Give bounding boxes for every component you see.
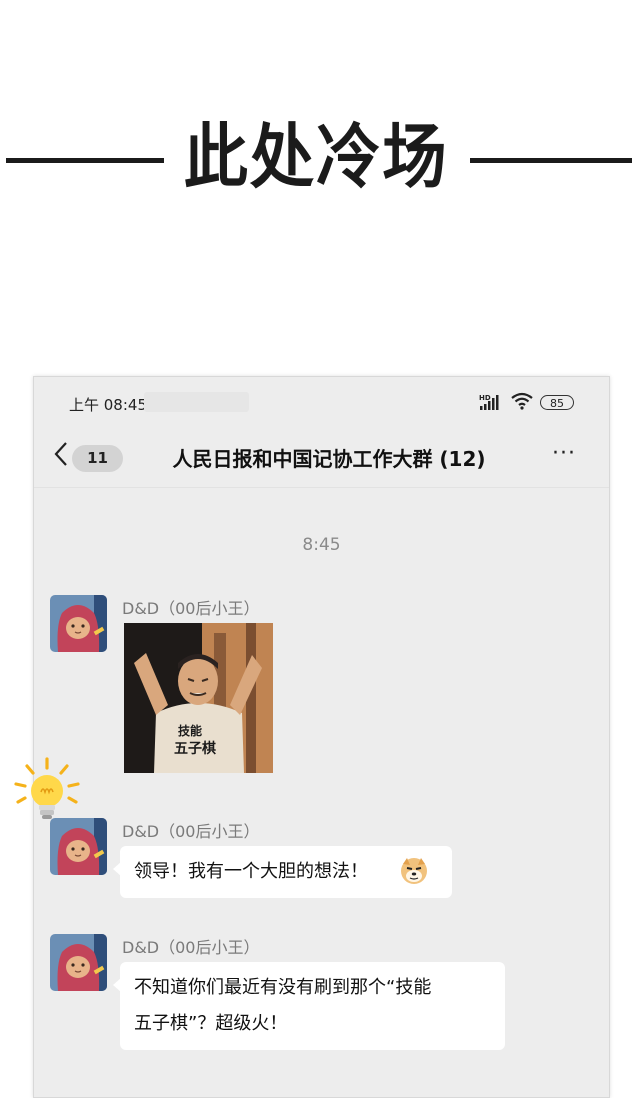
sender-name: D&D（00后小王） [122,599,260,618]
message-bubble[interactable]: 不知道你们最近有没有刷到那个“技能 五子棋”？超级火！ [113,962,505,1050]
status-blurred-area [144,392,249,412]
wifi-icon [511,392,533,410]
message-text: 领导！我有一个大胆的想法！ [134,861,368,882]
message-bubble[interactable]: 领导！我有一个大胆的想法！ [113,846,452,898]
battery-icon: 85 [540,395,574,410]
sticker-image: 技能 五子棋 [124,623,273,773]
banner: 此处冷场 [0,0,640,330]
chat-title: 人民日报和中国记协工作大群 (12) [172,447,486,471]
sticker-caption-line1: 技能 [178,723,202,738]
cellular-signal-icon: HD [479,394,499,410]
message-text-line1: 不知道你们最近有没有刷到那个“技能 [134,977,432,998]
doge-emoji-icon [401,858,427,884]
avatar-image [50,595,107,652]
chat-timestamp: 8:45 [302,535,341,555]
banner-right-rule [470,158,632,163]
meme-sticker[interactable]: 技能 五子棋 [124,623,273,773]
lightbulb-icon [14,757,80,819]
banner-title: 此处冷场 [183,116,449,198]
back-arrow-icon[interactable] [50,439,72,469]
message-text-line2: 五子棋”？超级火！ [134,1013,288,1034]
more-options-icon[interactable]: ··· [552,443,582,467]
sender-name: D&D（00后小王） [122,822,260,841]
sender-name: D&D（00后小王） [122,938,260,957]
avatar[interactable] [50,934,107,991]
status-time: 上午 08:45 [69,396,147,414]
avatar[interactable] [50,595,107,652]
network-label: HD [479,394,491,402]
chat-screenshot: 上午 08:45 HD 85 11 人民日报和中国记协工作大群 (12) ···… [33,376,610,1098]
status-bar: 上午 08:45 HD 85 [34,377,609,427]
chat-header: 11 人民日报和中国记协工作大群 (12) ··· [34,427,609,488]
sticker-caption-line2: 五子棋 [174,740,216,757]
unread-count-badge[interactable]: 11 [72,445,123,472]
banner-left-rule [6,158,164,163]
avatar-image [50,934,107,991]
